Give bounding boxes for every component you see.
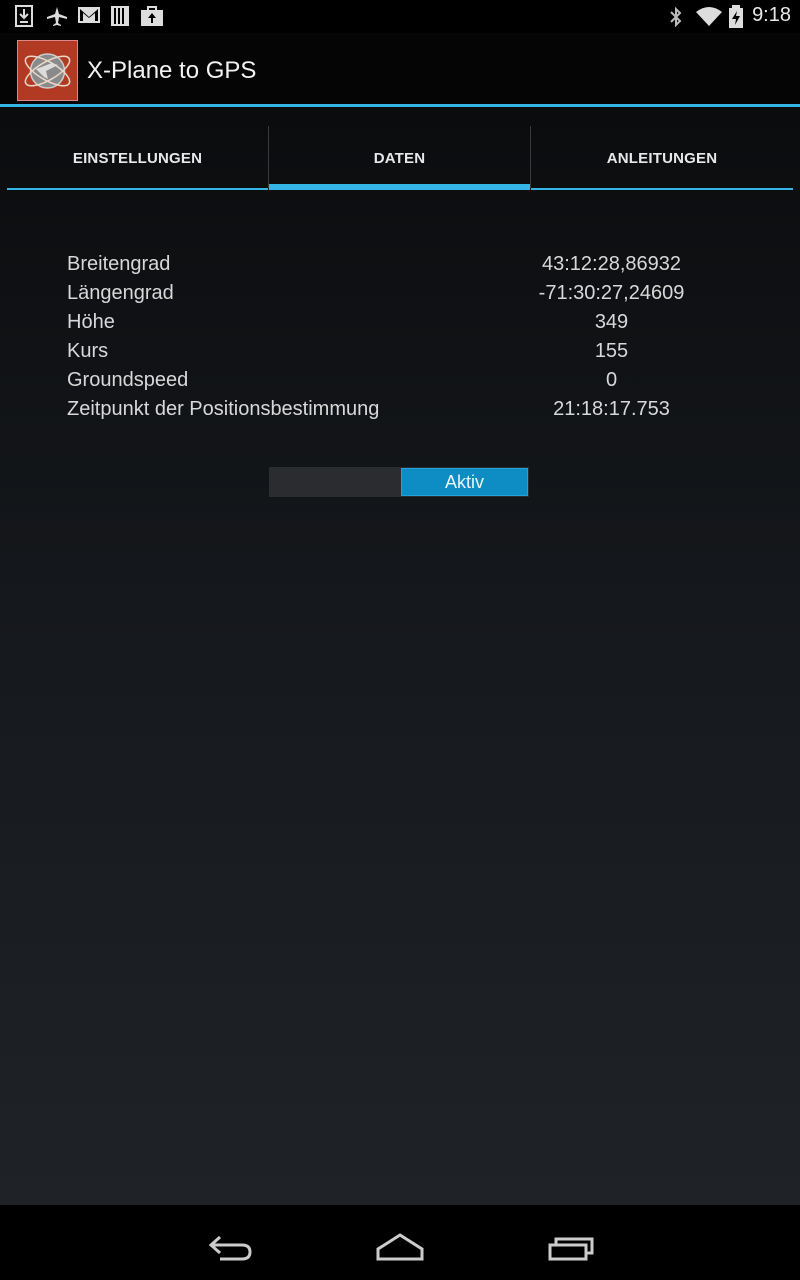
home-icon[interactable]: [374, 1223, 426, 1263]
data-value: 349: [594, 311, 629, 333]
tab-einstellungen[interactable]: EINSTELLUNGEN: [7, 126, 268, 190]
sim-card-icon: [111, 6, 129, 26]
recent-apps-icon[interactable]: [546, 1223, 598, 1263]
download-icon: [15, 5, 33, 27]
tab-label: ANLEITUNGEN: [606, 149, 718, 167]
main-content: EINSTELLUNGEN DATEN ANLEITUNGEN Breiteng…: [0, 107, 800, 1205]
tab-underline: [531, 188, 793, 190]
data-row-hoehe: Höhe 349: [67, 311, 767, 340]
data-value: 43:12:28,86932: [541, 253, 682, 275]
shopping-bag-icon: [141, 6, 163, 26]
app-title: X-Plane to GPS: [87, 57, 257, 84]
action-bar: X-Plane to GPS: [0, 33, 800, 107]
tab-label: EINSTELLUNGEN: [72, 149, 203, 167]
toggle-label: Aktiv: [444, 471, 484, 492]
data-value: 21:18:17.753: [553, 398, 670, 420]
clock: 9:18: [752, 4, 791, 26]
airplane-mode-icon: [47, 7, 67, 26]
data-label: Längengrad: [67, 282, 174, 304]
app-logo-icon[interactable]: [17, 40, 78, 101]
toggle-thumb: Aktiv: [401, 468, 528, 496]
data-value: 0: [605, 369, 618, 391]
tab-label: DATEN: [373, 149, 426, 167]
wifi-icon: [696, 7, 722, 26]
data-label: Höhe: [67, 311, 115, 333]
tab-daten[interactable]: DATEN: [269, 126, 530, 190]
data-label: Kurs: [67, 340, 109, 362]
data-row-groundspeed: Groundspeed 0: [67, 369, 767, 398]
aktiv-toggle[interactable]: Aktiv: [269, 467, 529, 497]
data-label: Groundspeed: [67, 369, 189, 391]
data-value: 155: [594, 340, 629, 362]
data-label: Breitengrad: [67, 253, 171, 275]
data-row-laengengrad: Längengrad -71:30:27,24609: [67, 282, 767, 311]
data-row-zeitpunkt: Zeitpunkt der Positionsbestimmung 21:18:…: [67, 398, 767, 427]
data-label: Zeitpunkt der Positionsbestimmung: [67, 398, 380, 420]
bluetooth-icon: [670, 6, 682, 28]
tab-bar: EINSTELLUNGEN DATEN ANLEITUNGEN: [7, 126, 793, 190]
gmail-icon: [78, 7, 100, 23]
battery-charging-icon: [729, 5, 743, 28]
data-row-breitengrad: Breitengrad 43:12:28,86932: [67, 253, 767, 282]
data-value: -71:30:27,24609: [538, 282, 685, 304]
tab-underline: [7, 188, 268, 190]
tab-anleitungen[interactable]: ANLEITUNGEN: [531, 126, 793, 190]
data-row-kurs: Kurs 155: [67, 340, 767, 369]
navigation-bar: [0, 1205, 800, 1280]
status-bar: 9:18: [0, 0, 800, 33]
tab-selected-indicator: [269, 184, 530, 190]
back-icon[interactable]: [204, 1223, 256, 1263]
